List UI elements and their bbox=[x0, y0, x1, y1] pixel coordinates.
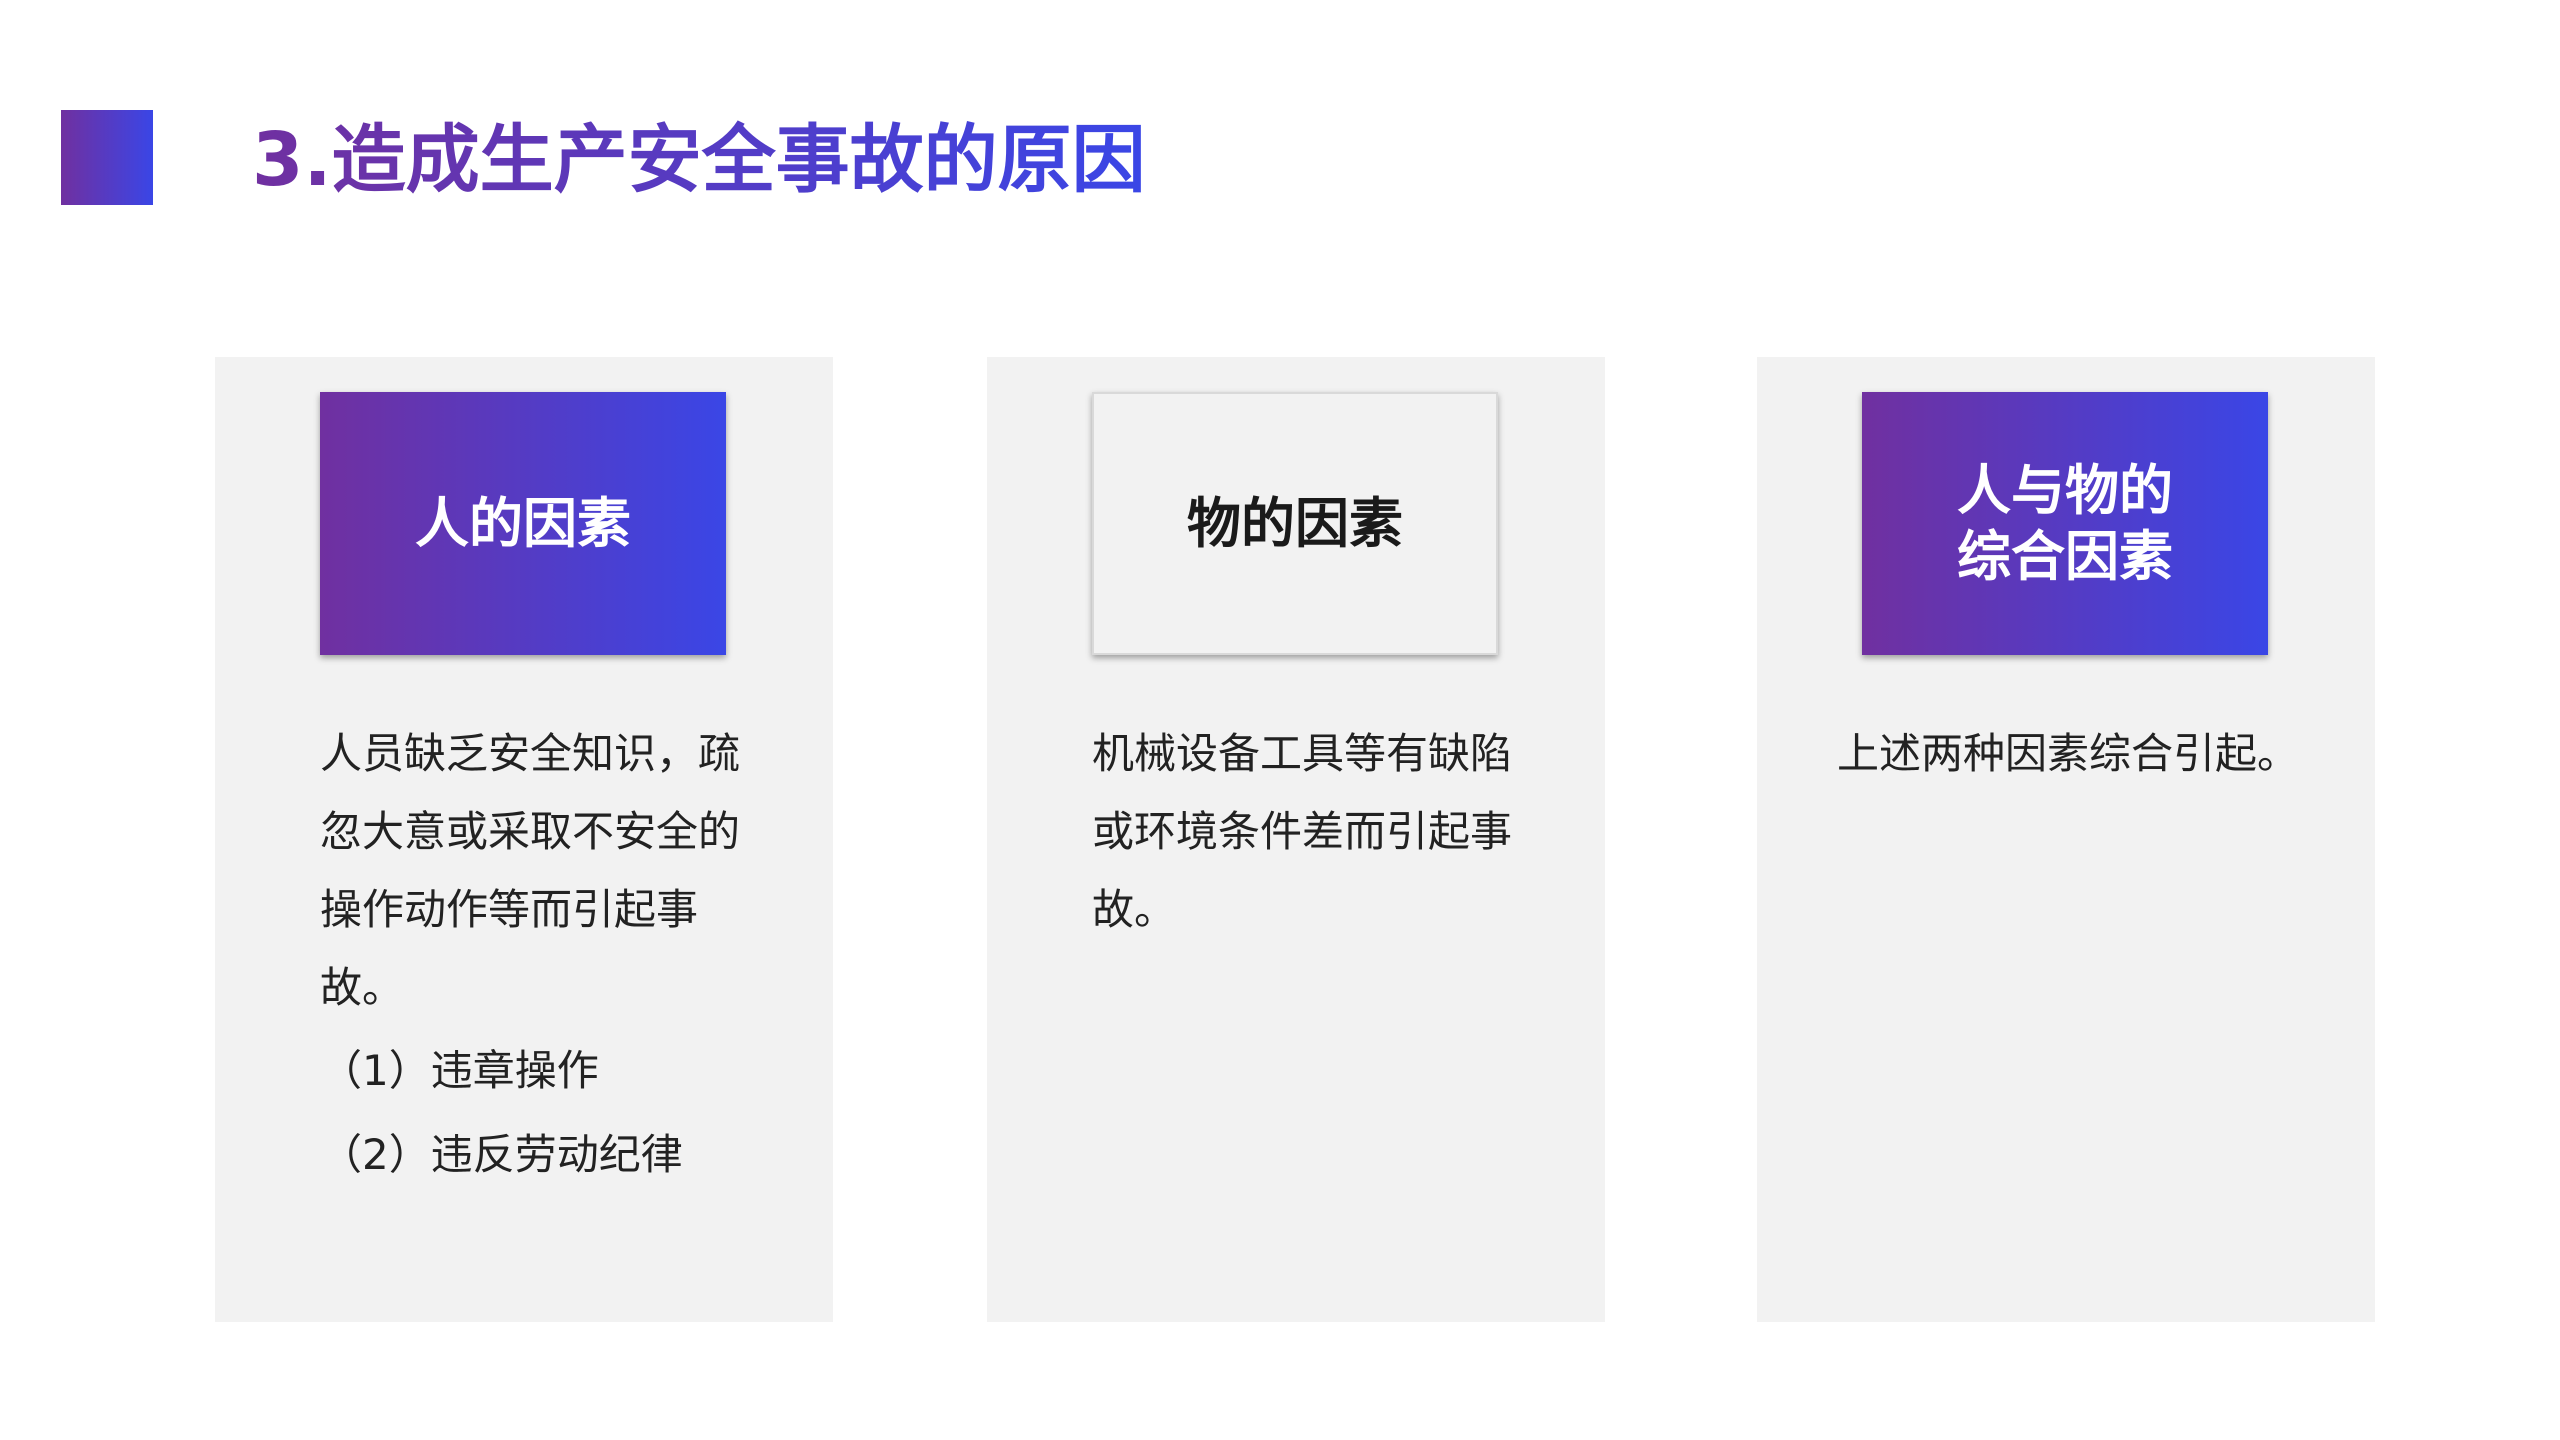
slide: 3.造成生产安全事故的原因 人的因素 人员缺乏安全知识，疏忽大意或采取不安全的操… bbox=[0, 0, 2560, 1440]
card-body: 上述两种因素综合引起。 bbox=[1837, 715, 2317, 793]
card-body: 人员缺乏安全知识，疏忽大意或采取不安全的操作动作等而引起事故。 （1）违章操作 … bbox=[320, 715, 750, 1195]
card-heading-box: 人的因素 bbox=[320, 392, 726, 655]
page-title: 3.造成生产安全事故的原因 bbox=[252, 108, 1146, 212]
card-heading-box: 物的因素 bbox=[1092, 392, 1498, 655]
card-description: 人员缺乏安全知识，疏忽大意或采取不安全的操作动作等而引起事故。 bbox=[320, 729, 741, 1012]
card-heading: 物的因素 bbox=[1187, 491, 1403, 555]
list-item: （1）违章操作 bbox=[320, 1046, 599, 1095]
card-heading-box: 人与物的 综合因素 bbox=[1862, 392, 2268, 655]
title-accent-square bbox=[61, 110, 153, 205]
card-description: 上述两种因素综合引起。 bbox=[1837, 729, 2300, 778]
card-heading: 人的因素 bbox=[415, 491, 631, 555]
card-combined-factors: 人与物的 综合因素 上述两种因素综合引起。 bbox=[1757, 357, 2375, 1322]
card-description: 机械设备工具等有缺陷或环境条件差而引起事故。 bbox=[1092, 729, 1513, 934]
card-heading: 人与物的 综合因素 bbox=[1957, 458, 2173, 588]
card-object-factors: 物的因素 机械设备工具等有缺陷或环境条件差而引起事故。 bbox=[987, 357, 1605, 1322]
card-body: 机械设备工具等有缺陷或环境条件差而引起事故。 bbox=[1092, 715, 1522, 949]
list-item: （2）违反劳动纪律 bbox=[320, 1130, 683, 1179]
card-human-factors: 人的因素 人员缺乏安全知识，疏忽大意或采取不安全的操作动作等而引起事故。 （1）… bbox=[215, 357, 833, 1322]
